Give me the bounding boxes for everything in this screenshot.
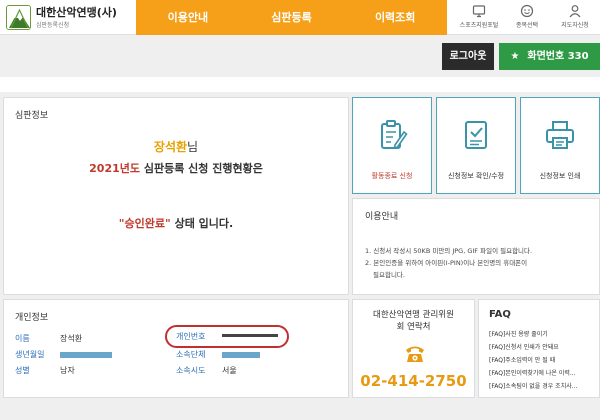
util-sport-select-label: 종목선택: [515, 22, 539, 29]
emoji-icon: [520, 4, 534, 18]
checklist-icon: [465, 121, 487, 149]
registration-year: 2021년도: [89, 162, 141, 175]
judge-name: 장석환: [153, 140, 188, 154]
end-activity-tile[interactable]: 활동종료 신청: [352, 97, 432, 194]
util-coach-apply[interactable]: 지도자신청: [551, 3, 599, 33]
faq-panel: FAQ [FAQ]사진 용량 줄이기 [FAQ]신청서 인쇄가 안돼요 [FAQ…: [478, 299, 600, 398]
end-activity-label: 활동종료 신청: [371, 172, 413, 180]
printer-icon: [546, 121, 574, 149]
telephone-icon: [406, 346, 424, 362]
util-sports-portal-label: 스포츠지원포털: [459, 22, 499, 29]
gender-value: 남자: [60, 366, 75, 375]
registration-year-line: 2021년도 심판등록 신청 진행현황은: [4, 160, 348, 176]
judge-name-line: 장석환님: [4, 138, 348, 155]
main-nav: 이용안내 심판등록 이력조회: [136, 0, 447, 35]
faq-item[interactable]: [FAQ]신청서 인쇄가 안돼요: [489, 342, 599, 351]
faq-item[interactable]: [FAQ]사진 용량 줄이기: [489, 329, 599, 338]
confirm-edit-label: 신청정보 확인/수정: [447, 172, 505, 180]
faq-item[interactable]: [FAQ]소속팀이 없을 경우 조치사...: [489, 381, 599, 390]
judge-info-panel: 심판정보 장석환님 2021년도 심판등록 신청 진행현황은 "승인완료" 상태…: [3, 97, 349, 295]
top-header: 대한산악연맹(사) 심판등록신청 이용안내 심판등록 이력조회 스포츠지원포털 …: [0, 0, 600, 35]
confirm-edit-tile[interactable]: 신청정보 확인/수정: [436, 97, 516, 194]
util-sports-portal[interactable]: 스포츠지원포털: [455, 3, 503, 33]
judge-info-title: 심판정보: [15, 111, 49, 121]
registration-year-text: 심판등록 신청 진행현황은: [140, 162, 263, 175]
spacer-band: [0, 77, 600, 92]
usage-info-title: 이용안내: [365, 212, 399, 222]
judge-name-suffix: 님: [187, 140, 199, 154]
personal-info-title: 개인정보: [15, 313, 49, 323]
screen-number-label: 화면번호 330: [527, 51, 589, 62]
birth-redacted: [60, 352, 112, 358]
org-redacted: [222, 352, 260, 358]
region-label: 소속시도: [176, 366, 206, 375]
status-text: 상태 입니다.: [170, 217, 234, 230]
gender-label: 성별: [15, 366, 30, 375]
faq-item[interactable]: [FAQ]본인이력찾기에 나온 이력...: [489, 368, 599, 377]
usage-info-line-3: 필요합니다.: [373, 271, 405, 279]
clipboard-edit-icon: [381, 120, 408, 150]
usage-info-line-2: 2. 본인인증을 위하여 아이핀(I-PIN)이나 본인명의 휴대폰이: [365, 259, 528, 267]
id-highlight-circle: [165, 325, 289, 348]
util-coach-apply-label: 지도자신청: [561, 22, 589, 29]
name-value: 장석환: [60, 334, 83, 343]
screen-number-badge: ★ 화면번호 330: [499, 43, 600, 70]
print-label: 신청정보 인쇄: [539, 172, 581, 180]
name-label: 이름: [15, 334, 30, 343]
faq-item[interactable]: [FAQ]주소입력이 안 될 때: [489, 355, 599, 364]
contact-phone[interactable]: 02-414-2750: [353, 372, 474, 390]
nav-usage-guide[interactable]: 이용안내: [136, 0, 240, 35]
org-label: 소속단체: [176, 350, 206, 359]
contact-title-line-1: 대한산악연맹 관리위원: [373, 310, 454, 320]
nav-history[interactable]: 이력조회: [343, 0, 447, 35]
birth-label: 생년월일: [15, 350, 45, 359]
brand-name: 대한산악연맹(사): [36, 6, 117, 19]
usage-info-panel: 이용안내 1. 신청서 작성시 50KB 미만의 JPG, GIF 파일이 필요…: [352, 198, 600, 295]
personal-info-panel: 개인정보 이름 장석환 생년월일 성별 남자 개인번호 소속단체 소속시도 서울: [3, 299, 349, 398]
faq-title: FAQ: [489, 309, 511, 320]
region-value: 서울: [222, 366, 237, 375]
contact-title: 대한산악연맹 관리위원 회 연락처: [353, 309, 474, 333]
brand-subtitle: 심판등록신청: [36, 22, 70, 29]
mountain-logo-icon[interactable]: [6, 5, 31, 30]
user-icon: [569, 5, 581, 18]
star-icon: ★: [510, 51, 520, 62]
util-sport-select[interactable]: 종목선택: [503, 3, 551, 33]
print-tile[interactable]: 신청정보 인쇄: [520, 97, 600, 194]
nav-judge-registration[interactable]: 심판등록: [240, 0, 344, 35]
logout-button[interactable]: 로그아웃: [442, 43, 494, 70]
status-line: "승인완료" 상태 입니다.: [4, 215, 348, 231]
status-badge: "승인완료": [118, 217, 171, 230]
home-monitor-icon: [472, 5, 486, 18]
contact-title-line-2: 회 연락처: [396, 322, 431, 332]
contact-panel: 대한산악연맹 관리위원 회 연락처 02-414-2750: [352, 299, 475, 398]
usage-info-line-1: 1. 신청서 작성시 50KB 미만의 JPG, GIF 파일이 필요합니다.: [365, 247, 533, 255]
